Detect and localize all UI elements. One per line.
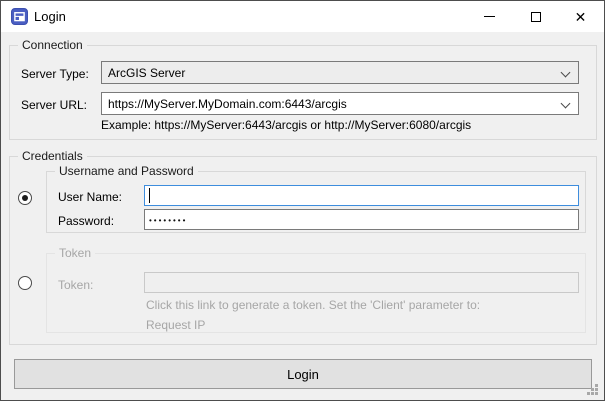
minimize-icon — [484, 16, 495, 17]
maximize-button[interactable] — [513, 1, 558, 32]
login-dialog: Login ✕ Connection Server Type: ArcGIS S… — [0, 0, 605, 401]
password-label: Password: — [58, 214, 114, 228]
login-button[interactable]: Login — [14, 359, 592, 389]
token-group: Token — [46, 253, 586, 333]
token-help-text: Click this link to generate a token. Set… — [146, 298, 480, 312]
username-password-radio[interactable] — [18, 191, 32, 205]
credentials-group-label: Credentials — [18, 149, 87, 163]
server-type-value: ArcGIS Server — [108, 66, 185, 80]
app-window-icon — [11, 8, 28, 25]
maximize-icon — [531, 12, 541, 22]
server-url-value: https://MyServer.MyDomain.com:6443/arcgi… — [108, 97, 347, 111]
server-url-label: Server URL: — [21, 98, 87, 112]
resize-grip-handle[interactable] — [587, 384, 599, 396]
token-input[interactable] — [144, 272, 579, 293]
server-type-dropdown[interactable]: ArcGIS Server — [101, 61, 579, 84]
server-url-example: Example: https://MyServer:6443/arcgis or… — [101, 118, 471, 132]
chevron-down-icon[interactable] — [561, 68, 571, 78]
token-group-label: Token — [55, 246, 95, 260]
text-caret — [149, 188, 150, 203]
chevron-down-icon[interactable] — [561, 99, 571, 109]
user-name-input[interactable] — [144, 185, 579, 206]
window-title: Login — [34, 9, 66, 24]
server-url-combobox[interactable]: https://MyServer.MyDomain.com:6443/arcgi… — [101, 92, 579, 115]
password-input[interactable] — [144, 209, 579, 230]
token-radio[interactable] — [18, 276, 32, 290]
user-name-label: User Name: — [58, 190, 122, 204]
close-button[interactable]: ✕ — [558, 1, 603, 32]
request-ip-link[interactable]: Request IP — [146, 318, 205, 332]
connection-group-label: Connection — [18, 38, 87, 52]
username-password-group-label: Username and Password — [55, 164, 198, 178]
close-icon: ✕ — [575, 10, 587, 24]
server-type-label: Server Type: — [21, 67, 89, 81]
minimize-button[interactable] — [467, 1, 512, 32]
title-bar[interactable]: Login ✕ — [1, 1, 604, 32]
token-label: Token: — [58, 278, 93, 292]
